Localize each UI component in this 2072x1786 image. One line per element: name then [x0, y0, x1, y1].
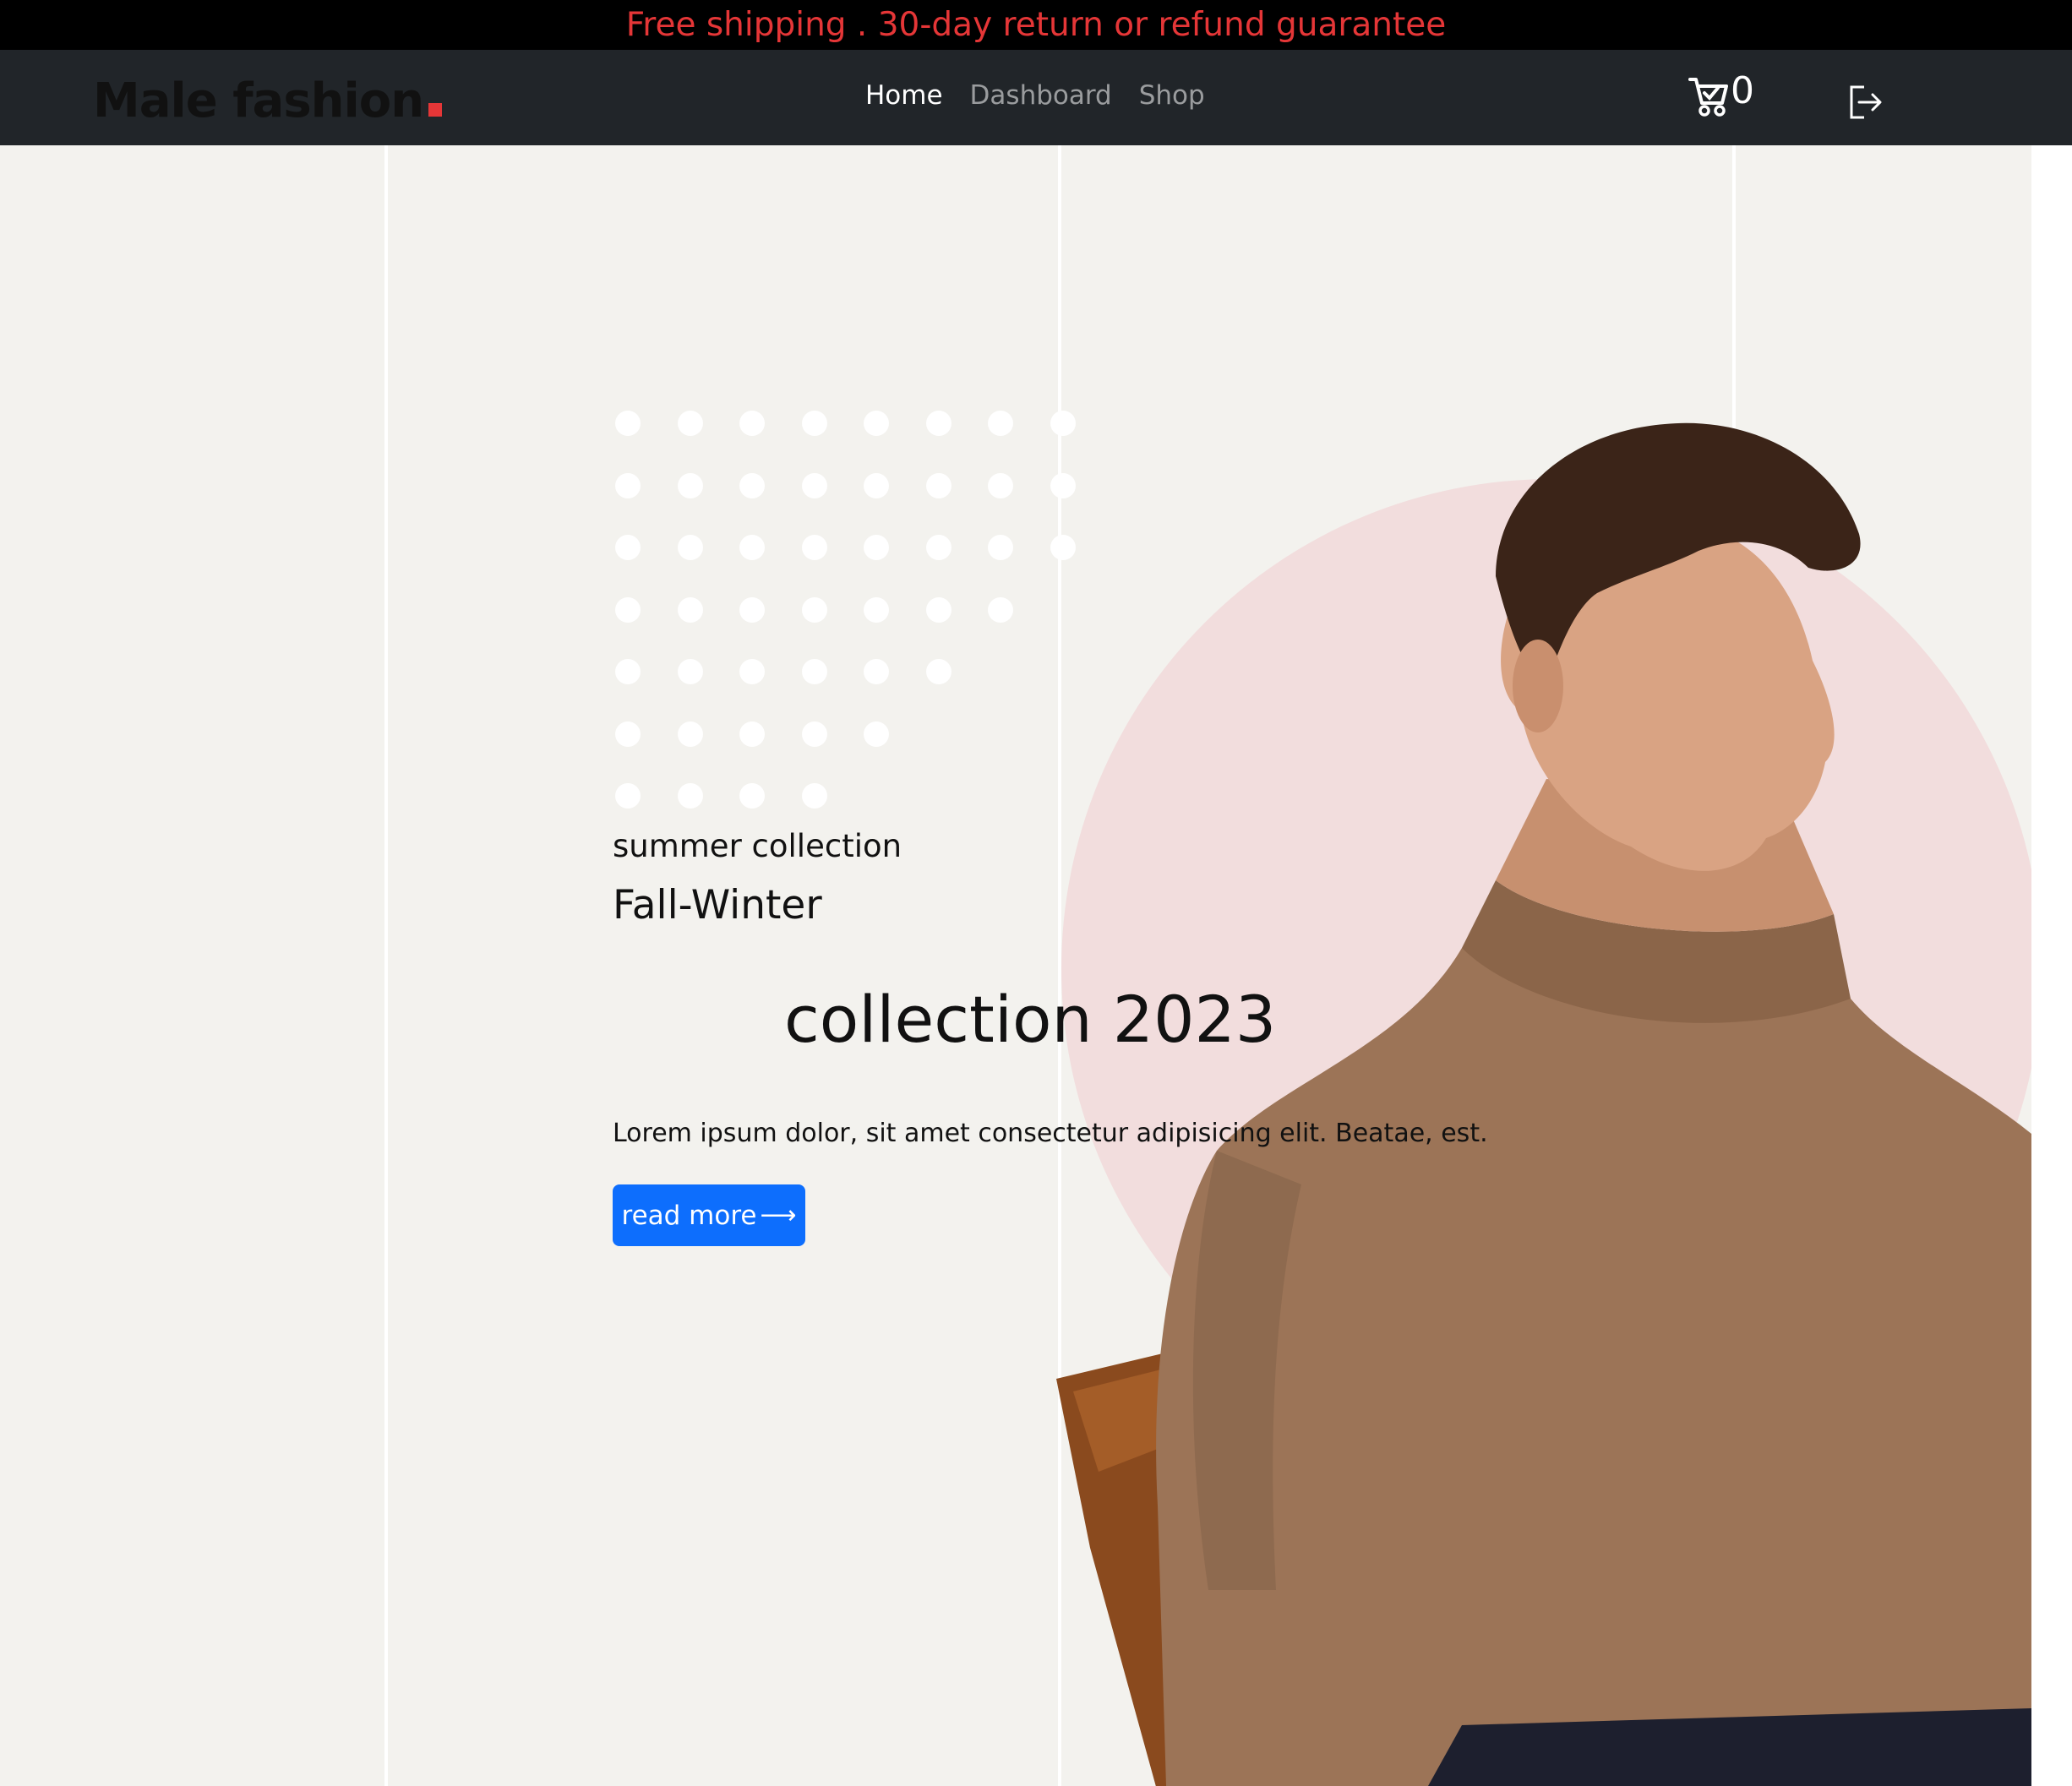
arrow-right-icon: ⟶: [760, 1201, 797, 1230]
pattern-dot: [864, 596, 889, 623]
model-photo: [1056, 422, 2031, 1786]
pattern-dot: [864, 659, 889, 684]
pattern-dot: [801, 721, 827, 747]
cart-button[interactable]: 0: [1688, 69, 1754, 123]
hero-title-line2: collection 2023: [784, 982, 1277, 1057]
pattern-dot: [677, 659, 703, 684]
pattern-dot: [739, 596, 765, 623]
pattern-dot: [864, 472, 889, 498]
grid-line: [384, 145, 388, 1786]
cart-count: 0: [1731, 69, 1754, 112]
pattern-dot: [925, 411, 951, 436]
pattern-dot: [925, 472, 951, 498]
pattern-dot: [739, 783, 765, 809]
pattern-dot: [615, 783, 641, 809]
logout-button[interactable]: [1847, 82, 1884, 127]
pattern-dot: [864, 535, 889, 560]
pattern-dot: [677, 721, 703, 747]
hero-title-line1: Fall-Winter: [613, 882, 822, 928]
logout-icon: [1847, 85, 1884, 126]
hero-description: Lorem ipsum dolor, sit amet consectetur …: [613, 1119, 1488, 1148]
pattern-dot: [677, 472, 703, 498]
pattern-dot: [801, 659, 827, 684]
nav-link-home[interactable]: Home: [865, 80, 943, 111]
pattern-dot: [925, 535, 951, 560]
hero-section: summer collection Fall-Winter collection…: [0, 145, 2031, 1786]
pattern-dot: [615, 596, 641, 623]
brand-logo[interactable]: Male fashion: [93, 74, 443, 128]
pattern-dot: [739, 721, 765, 747]
pattern-dot: [864, 411, 889, 436]
brand-dot: [428, 103, 443, 117]
pattern-dot: [677, 411, 703, 436]
read-more-label: read more: [621, 1200, 757, 1231]
pattern-dot: [801, 472, 827, 498]
pattern-dot: [801, 783, 827, 809]
pattern-dot: [615, 472, 641, 498]
pattern-dot: [988, 596, 1013, 623]
pattern-dot: [988, 411, 1013, 436]
pattern-dot: [988, 535, 1013, 560]
pattern-dot: [677, 783, 703, 809]
nav-link-dashboard[interactable]: Dashboard: [970, 80, 1112, 111]
pattern-dot: [801, 596, 827, 623]
pattern-dot: [677, 596, 703, 623]
brand-name: Male fashion: [93, 74, 424, 128]
hero-subtitle: summer collection: [613, 828, 902, 864]
pattern-dot: [615, 535, 641, 560]
read-more-button[interactable]: read more ⟶: [613, 1184, 805, 1246]
pattern-dot: [615, 721, 641, 747]
pattern-dot: [615, 659, 641, 684]
cart-icon: [1688, 74, 1729, 123]
navbar: Male fashion Home Dashboard Shop 0: [0, 50, 2072, 145]
pattern-dot: [801, 411, 827, 436]
nav-link-shop[interactable]: Shop: [1139, 80, 1205, 111]
pattern-dot: [801, 535, 827, 560]
pattern-dot: [864, 721, 889, 747]
announcement-text: Free shipping . 30-day return or refund …: [625, 6, 1447, 44]
pattern-dot: [615, 411, 641, 436]
pattern-dot: [988, 472, 1013, 498]
nav-links: Home Dashboard Shop: [865, 80, 1205, 111]
pattern-dot: [739, 659, 765, 684]
pattern-dot: [925, 596, 951, 623]
announcement-bar: Free shipping . 30-day return or refund …: [0, 0, 2072, 50]
pattern-dot: [739, 535, 765, 560]
pattern-dot: [739, 411, 765, 436]
pattern-dot: [925, 659, 951, 684]
pattern-dot: [677, 535, 703, 560]
pattern-dot: [739, 472, 765, 498]
